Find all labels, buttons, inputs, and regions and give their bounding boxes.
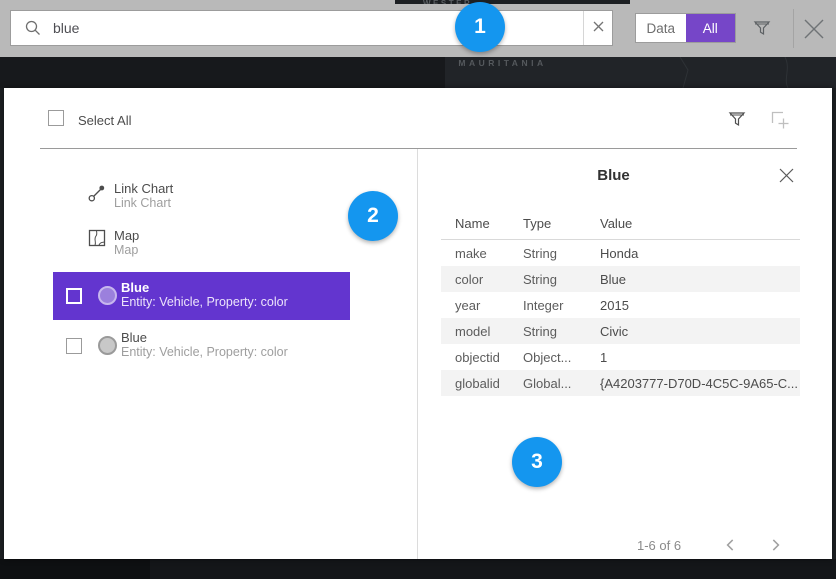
table-row: color String Blue xyxy=(441,266,800,292)
filter-icon[interactable] xyxy=(751,17,773,39)
pagination-prev-button[interactable] xyxy=(722,536,740,554)
table-row: model String Civic xyxy=(441,318,800,344)
cell-name: model xyxy=(455,324,523,339)
callout-3: 3 xyxy=(512,437,562,487)
detail-title: Blue xyxy=(441,167,786,184)
result-title: Blue xyxy=(121,280,288,295)
result-subtitle: Map xyxy=(114,243,139,258)
callout-1: 1 xyxy=(455,2,505,52)
cell-name: objectid xyxy=(455,350,523,365)
scope-option-all[interactable]: All xyxy=(686,14,736,42)
map-border-lines xyxy=(560,57,830,88)
cell-type: Object... xyxy=(523,350,600,365)
cell-value: Blue xyxy=(600,272,800,287)
result-item-blue[interactable]: Blue Entity: Vehicle, Property: color xyxy=(53,322,350,370)
search-results-panel: Select All Link Chart L xyxy=(4,88,832,559)
list-detail-divider xyxy=(417,149,418,559)
cell-value: 1 xyxy=(600,350,800,365)
result-title: Blue xyxy=(121,330,288,345)
callout-2: 2 xyxy=(348,191,398,241)
search-icon xyxy=(24,19,42,42)
table-row: year Integer 2015 xyxy=(441,292,800,318)
result-checkbox[interactable] xyxy=(66,288,82,304)
clear-search-button[interactable] xyxy=(583,11,612,45)
table-row: globalid Global... {A4203777-D70D-4C5C-9… xyxy=(441,370,800,396)
cell-value: Honda xyxy=(600,246,800,261)
map-country-shading xyxy=(0,57,445,88)
cell-name: make xyxy=(455,246,523,261)
entity-dot-icon xyxy=(98,336,117,355)
attribute-table: make String Honda color String Blue year… xyxy=(441,240,800,396)
select-all-checkbox[interactable] xyxy=(48,110,64,126)
cell-name: year xyxy=(455,298,523,313)
cell-value: 2015 xyxy=(600,298,800,313)
cell-type: Global... xyxy=(523,376,600,391)
link-chart-icon xyxy=(87,183,107,208)
map-bottom-shading xyxy=(0,559,150,579)
result-item-map[interactable]: Map Map xyxy=(114,228,139,258)
result-subtitle: Link Chart xyxy=(114,196,173,211)
close-search-button[interactable] xyxy=(801,16,827,42)
select-all-label: Select All xyxy=(78,113,131,128)
result-item-blue-selected[interactable]: Blue Entity: Vehicle, Property: color xyxy=(53,272,350,320)
cell-type: String xyxy=(523,272,600,287)
cell-name: globalid xyxy=(455,376,523,391)
results-filter-icon[interactable] xyxy=(727,109,747,129)
cell-name: color xyxy=(455,272,523,287)
app-screen: MAURITANIA Data All xyxy=(0,0,836,579)
cell-type: String xyxy=(523,324,600,339)
result-checkbox[interactable] xyxy=(66,338,82,354)
search-box xyxy=(10,10,613,46)
close-icon xyxy=(801,16,827,42)
close-icon xyxy=(778,167,795,184)
result-item-link-chart[interactable]: Link Chart Link Chart xyxy=(114,181,173,211)
result-subtitle: Entity: Vehicle, Property: color xyxy=(121,295,288,310)
map-top-edge: WESTER xyxy=(395,0,630,4)
search-scope-toggle: Data All xyxy=(635,13,736,43)
cell-value: Civic xyxy=(600,324,800,339)
table-row: make String Honda xyxy=(441,240,800,266)
detail-close-button[interactable] xyxy=(778,167,795,184)
entity-dot-icon xyxy=(98,286,117,305)
clear-icon xyxy=(593,19,604,37)
result-subtitle: Entity: Vehicle, Property: color xyxy=(121,345,288,360)
column-header-value: Value xyxy=(600,216,632,231)
toolbar-divider xyxy=(793,9,794,48)
chevron-left-icon xyxy=(722,536,740,554)
map-label-western-sahara: WESTER xyxy=(423,0,630,4)
map-label-mauritania: MAURITANIA xyxy=(440,58,565,68)
result-title: Link Chart xyxy=(114,181,173,196)
map-item-icon xyxy=(88,229,106,252)
cell-type: String xyxy=(523,246,600,261)
pagination-next-button[interactable] xyxy=(766,536,784,554)
panel-header-divider xyxy=(40,148,797,149)
scope-option-data[interactable]: Data xyxy=(636,14,686,42)
pagination-label: 1-6 of 6 xyxy=(637,538,681,553)
chevron-right-icon xyxy=(766,536,784,554)
column-header-type: Type xyxy=(523,216,551,231)
table-row: objectid Object... 1 xyxy=(441,344,800,370)
cell-value: {A4203777-D70D-4C5C-9A65-C... xyxy=(600,376,800,391)
cell-type: Integer xyxy=(523,298,600,313)
column-header-name: Name xyxy=(455,216,490,231)
add-selection-icon[interactable] xyxy=(768,108,790,130)
search-toolbar: Data All xyxy=(0,0,836,57)
result-title: Map xyxy=(114,228,139,243)
